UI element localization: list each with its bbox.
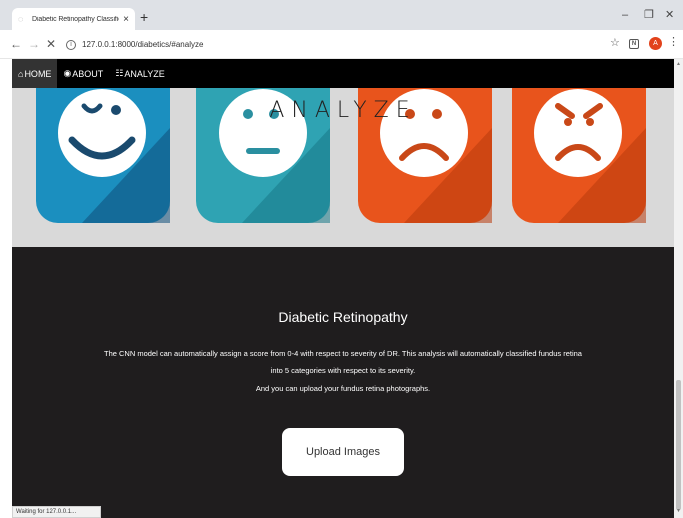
grid-icon: ☷ [115, 68, 124, 78]
description-line-1: The CNN model can automatically assign a… [104, 349, 582, 358]
tab-close-icon[interactable]: × [123, 14, 129, 25]
eye-icon: ◉ [63, 68, 72, 78]
description-line-2: into 5 categories with respect to its se… [270, 366, 416, 375]
back-icon[interactable]: ← [10, 38, 22, 50]
url-field[interactable]: i 127.0.0.1:8000/diabetics/#analyze [60, 35, 600, 54]
extension-icon[interactable]: N [629, 39, 639, 49]
stop-icon[interactable]: ✕ [46, 38, 56, 50]
home-icon: ⌂ [18, 68, 24, 79]
nav-about-label: ABOUT [72, 68, 104, 79]
page-title: ANALYZE [269, 98, 417, 123]
loading-spinner-icon: ◌ [18, 14, 24, 24]
tab-title: Diabetic Retinopathy Classifier [32, 15, 120, 23]
nav-home-label: HOME [24, 68, 52, 79]
minimize-icon[interactable]: – [622, 10, 628, 21]
info-icon[interactable]: i [66, 39, 76, 50]
nav-analyze-label: ANALYZE [124, 68, 165, 79]
browser-tab-bar: ◌ Diabetic Retinopathy Classifier × + – … [0, 0, 683, 30]
upload-images-button[interactable]: Upload Images [282, 428, 404, 476]
status-bubble: Waiting for 127.0.0.1... [12, 506, 101, 518]
nav-home[interactable]: ⌂ HOME [12, 59, 58, 88]
scroll-up-icon[interactable]: ▲ [676, 61, 681, 67]
restore-icon[interactable]: ❐ [644, 10, 654, 21]
hero-banner: ANALYZE [12, 88, 674, 247]
page-viewport: ⌂ HOME ◉ ABOUT ☷ ANALYZE ANALYZE Diabeti… [12, 59, 674, 518]
nav-analyze[interactable]: ☷ ANALYZE [109, 59, 170, 88]
browser-tab[interactable]: ◌ Diabetic Retinopathy Classifier × [12, 8, 135, 30]
scrollbar-thumb[interactable] [676, 380, 681, 510]
new-tab-button[interactable]: + [140, 10, 148, 24]
section-title: Diabetic Retinopathy [278, 309, 408, 325]
scroll-down-icon[interactable]: ▼ [676, 508, 681, 514]
address-bar: ← → ✕ i 127.0.0.1:8000/diabetics/#analyz… [0, 30, 683, 59]
nav-about[interactable]: ◉ ABOUT [57, 59, 109, 88]
star-icon[interactable]: ☆ [610, 38, 620, 49]
forward-icon[interactable]: → [28, 38, 40, 50]
menu-icon[interactable]: ⋮ [668, 37, 679, 48]
description-line-3: And you can upload your fundus retina ph… [255, 384, 431, 393]
avatar[interactable]: A [649, 37, 662, 50]
url-text: 127.0.0.1:8000/diabetics/#analyze [82, 40, 204, 49]
site-navbar: ⌂ HOME ◉ ABOUT ☷ ANALYZE [12, 59, 674, 88]
close-window-icon[interactable]: ✕ [665, 10, 674, 21]
